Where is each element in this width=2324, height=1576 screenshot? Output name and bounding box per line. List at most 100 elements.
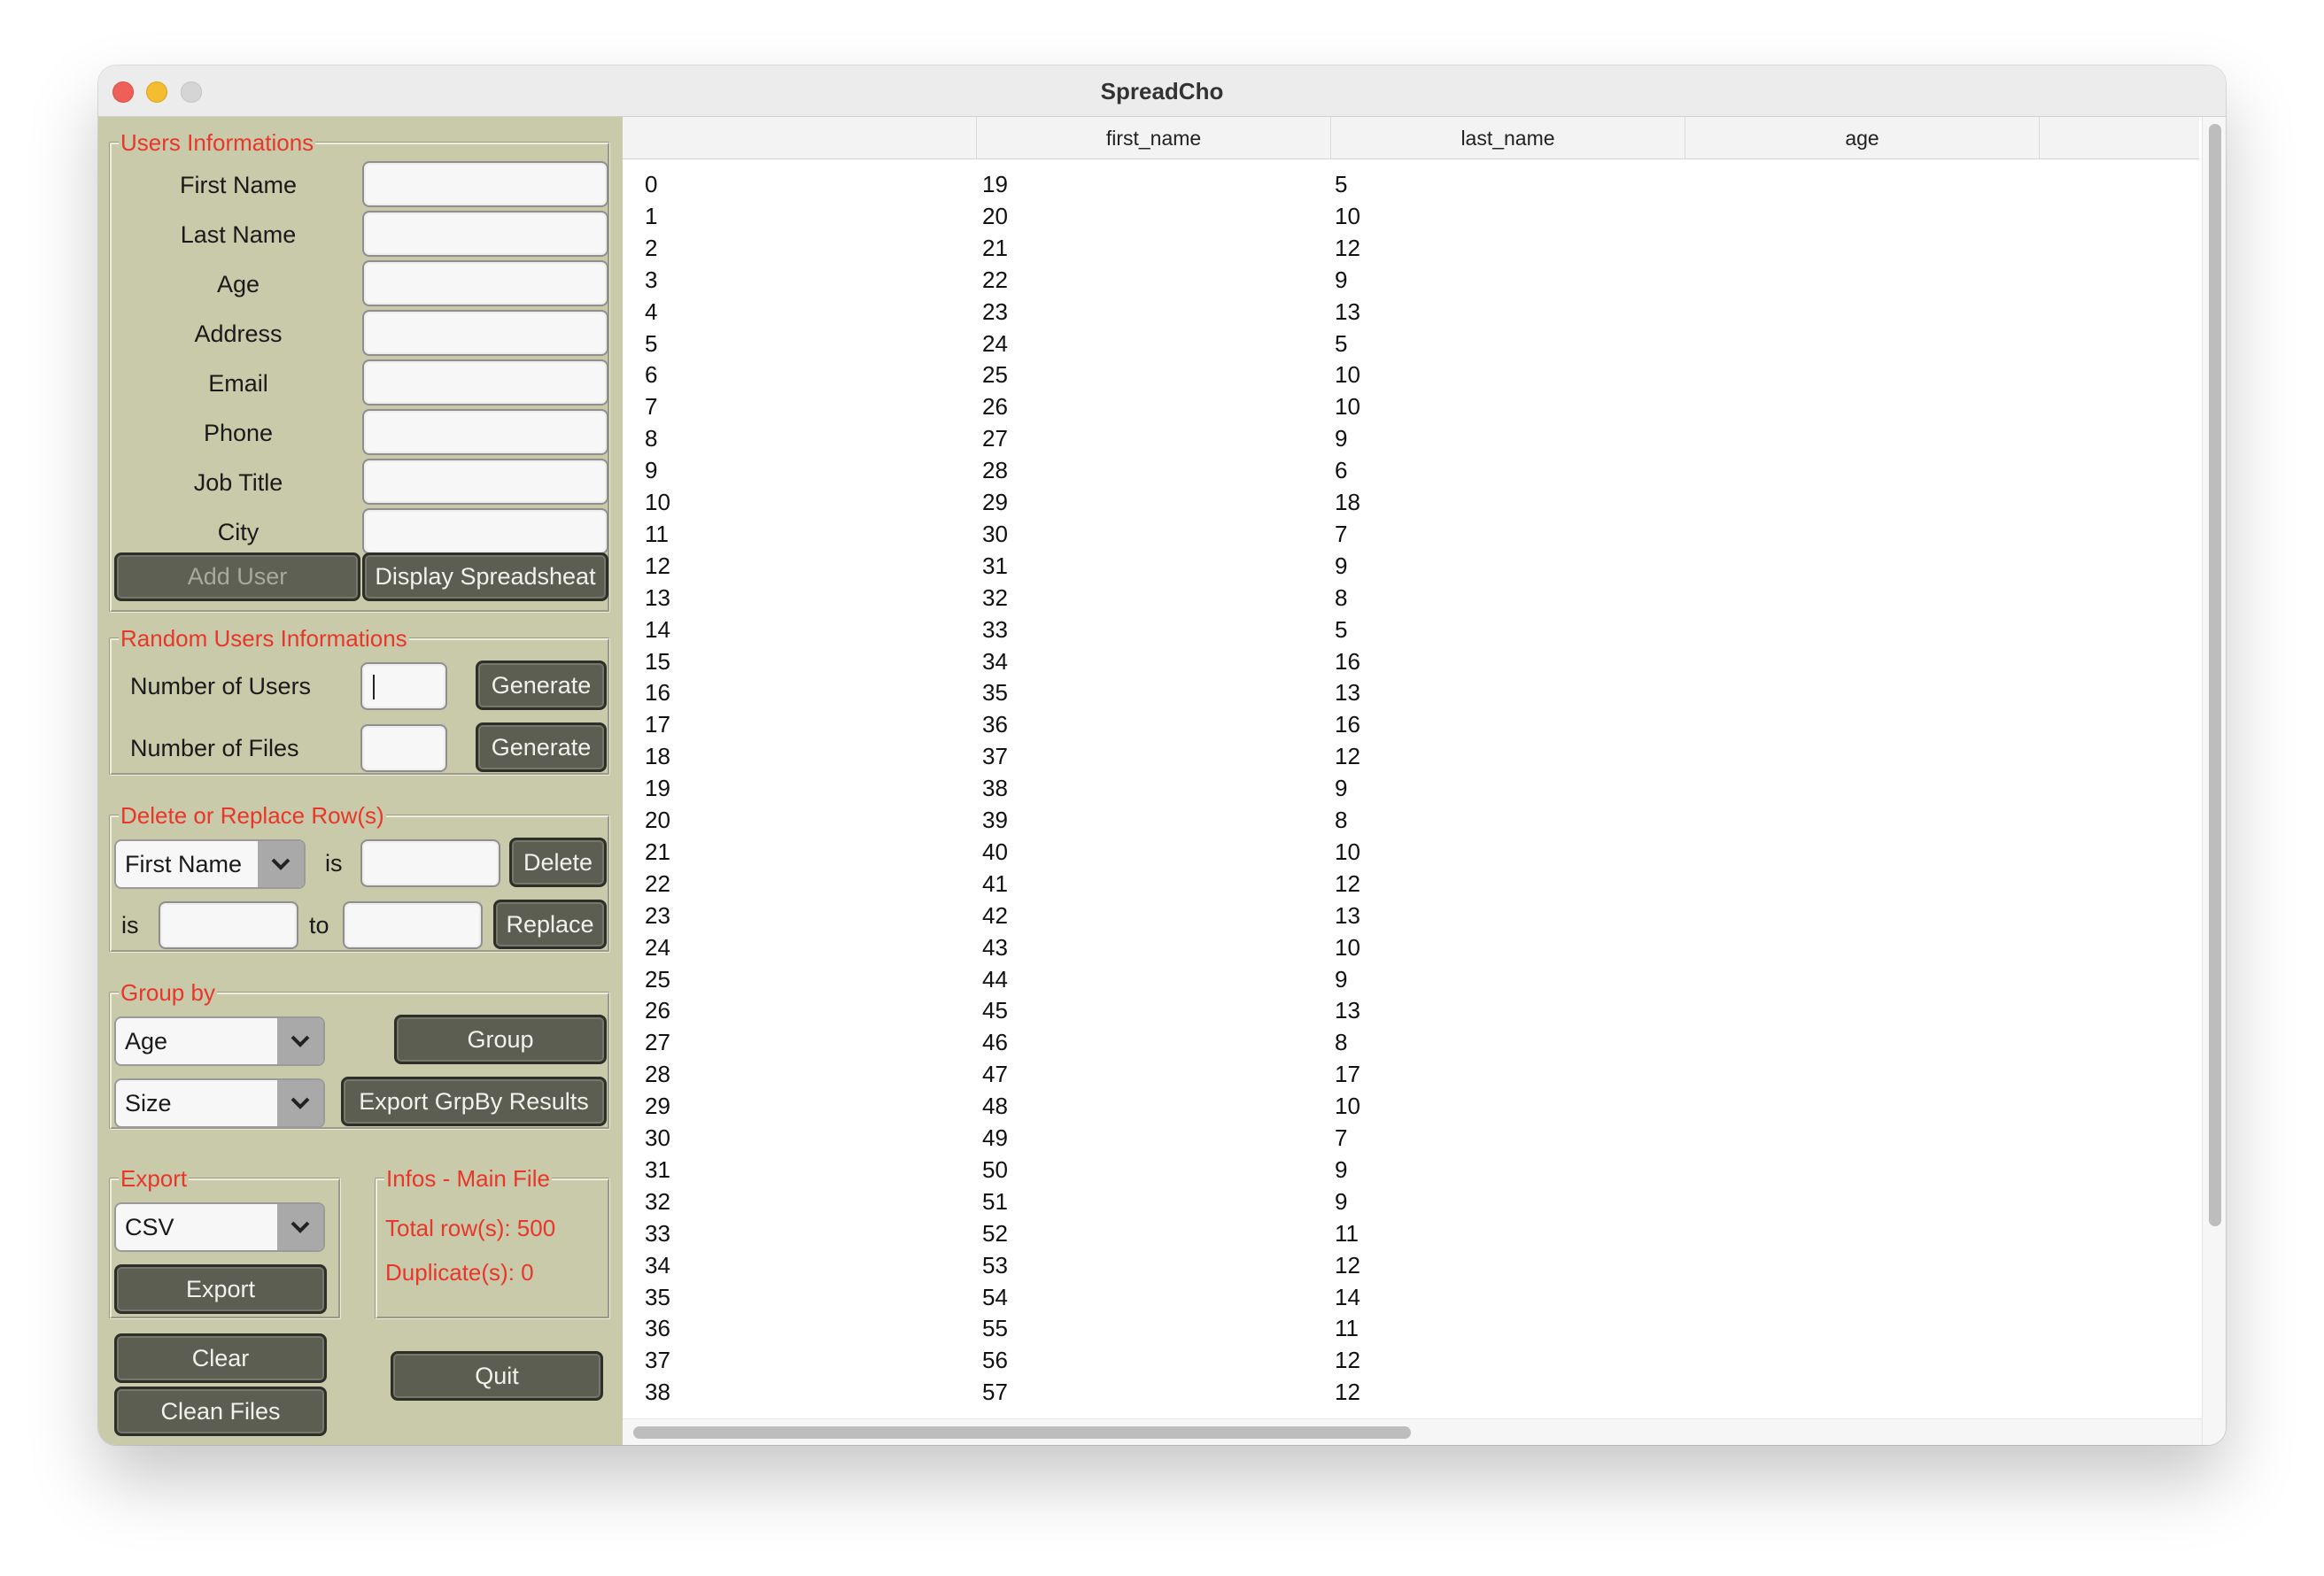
export-groupby-button[interactable]: Export GrpBy Results xyxy=(341,1077,607,1126)
table-row[interactable]: 14 33 5 xyxy=(623,614,2199,645)
table-cell: 34 xyxy=(982,647,1008,675)
table-row[interactable]: 6 25 10 xyxy=(623,359,2199,390)
replace-from-input[interactable] xyxy=(159,901,298,949)
user-field-input[interactable] xyxy=(362,310,608,356)
number-of-users-input[interactable] xyxy=(360,662,447,710)
table-row[interactable]: 30 49 7 xyxy=(623,1122,2199,1154)
table-row[interactable]: 26 45 13 xyxy=(623,994,2199,1026)
table-row[interactable]: 35 54 14 xyxy=(623,1281,2199,1313)
table-row[interactable]: 16 35 13 xyxy=(623,676,2199,708)
column-header[interactable]: age xyxy=(1685,117,2040,159)
table-cell: 13 xyxy=(1335,997,1360,1024)
table-row[interactable]: 0 19 5 xyxy=(623,168,2199,200)
table-row[interactable]: 22 41 12 xyxy=(623,868,2199,900)
horizontal-scrollbar[interactable] xyxy=(623,1418,2202,1445)
table-row[interactable]: 27 46 8 xyxy=(623,1026,2199,1058)
table-row[interactable]: 3 22 9 xyxy=(623,264,2199,296)
table-cell: 27 xyxy=(645,1029,670,1056)
add-user-button[interactable]: Add User xyxy=(114,552,360,601)
group-button[interactable]: Group xyxy=(394,1015,607,1064)
clear-button[interactable]: Clear xyxy=(114,1333,327,1383)
table-row[interactable]: 18 37 12 xyxy=(623,740,2199,772)
user-field-label: Job Title xyxy=(193,469,283,496)
table-row[interactable]: 7 26 10 xyxy=(623,390,2199,422)
table-row[interactable]: 13 32 8 xyxy=(623,582,2199,614)
is-label: is xyxy=(325,850,343,877)
table-row[interactable]: 5 24 5 xyxy=(623,328,2199,359)
generate-files-button[interactable]: Generate xyxy=(476,722,607,772)
table-row[interactable]: 17 36 16 xyxy=(623,708,2199,740)
vertical-scrollbar-thumb[interactable] xyxy=(2209,124,2221,1226)
infos-legend: Infos - Main File xyxy=(384,1165,552,1192)
table-row[interactable]: 21 40 10 xyxy=(623,836,2199,868)
user-field-input[interactable] xyxy=(362,359,608,406)
table-cell: 11 xyxy=(1335,1219,1359,1247)
table-cell: 21 xyxy=(645,838,670,865)
table-cell: 5 xyxy=(1335,615,1348,643)
export-button[interactable]: Export xyxy=(114,1264,327,1314)
table-cell: 35 xyxy=(982,679,1008,707)
display-spreadsheet-button[interactable]: Display Spreadsheat xyxy=(362,552,608,601)
table-row[interactable]: 34 53 12 xyxy=(623,1249,2199,1281)
table-row[interactable]: 23 42 13 xyxy=(623,900,2199,931)
table-row[interactable]: 12 31 9 xyxy=(623,550,2199,582)
user-field-input[interactable] xyxy=(362,508,608,554)
table-cell: 50 xyxy=(982,1155,1008,1183)
column-header[interactable]: last_name xyxy=(1331,117,1685,159)
table-row[interactable]: 38 57 12 xyxy=(623,1376,2199,1408)
delete-column-select[interactable]: First Name xyxy=(114,839,306,889)
table-cell: 55 xyxy=(982,1315,1008,1342)
table-cell: 31 xyxy=(982,552,1008,579)
vertical-scrollbar[interactable] xyxy=(2202,117,2226,1445)
table-row[interactable]: 37 56 12 xyxy=(623,1344,2199,1376)
user-field-label: Address xyxy=(194,321,283,347)
replace-is-label: is xyxy=(121,912,139,939)
generate-users-button[interactable]: Generate xyxy=(476,661,607,710)
user-field-input[interactable] xyxy=(362,211,608,257)
table-row[interactable]: 28 47 17 xyxy=(623,1058,2199,1090)
table-row[interactable]: 2 21 12 xyxy=(623,232,2199,264)
table-row[interactable]: 25 44 9 xyxy=(623,963,2199,995)
table-cell: 27 xyxy=(982,425,1008,452)
column-header[interactable]: ad xyxy=(2040,117,2226,159)
table-row[interactable]: 24 43 10 xyxy=(623,931,2199,963)
table-cell: 13 xyxy=(645,583,670,611)
table-row[interactable]: 9 28 6 xyxy=(623,454,2199,486)
user-field-input[interactable] xyxy=(362,260,608,306)
table-row[interactable]: 32 51 9 xyxy=(623,1186,2199,1217)
table-cell: 10 xyxy=(1335,393,1360,421)
random-users-legend: Random Users Informations xyxy=(119,625,409,652)
column-header[interactable]: first_name xyxy=(977,117,1331,159)
table-row[interactable]: 31 50 9 xyxy=(623,1154,2199,1186)
export-format-select[interactable]: CSV xyxy=(114,1202,325,1252)
table-row[interactable]: 11 30 7 xyxy=(623,518,2199,550)
table-row[interactable]: 15 34 16 xyxy=(623,645,2199,677)
group-by-aggregate-select[interactable]: Size xyxy=(114,1078,325,1128)
table-row[interactable]: 8 27 9 xyxy=(623,422,2199,454)
table-row[interactable]: 36 55 11 xyxy=(623,1312,2199,1344)
user-field-input[interactable] xyxy=(362,409,608,455)
horizontal-scrollbar-thumb[interactable] xyxy=(633,1426,1411,1439)
user-field-input[interactable] xyxy=(362,459,608,505)
replace-to-input[interactable] xyxy=(343,901,483,949)
spreadsheet-table[interactable]: first_namelast_nameagead 019512010221123… xyxy=(623,117,2226,1445)
replace-button[interactable]: Replace xyxy=(493,900,607,949)
table-row[interactable]: 19 38 9 xyxy=(623,772,2199,804)
quit-button[interactable]: Quit xyxy=(391,1351,603,1401)
clean-files-button[interactable]: Clean Files xyxy=(114,1387,327,1436)
table-cell: 17 xyxy=(645,711,670,738)
table-cell: 35 xyxy=(645,1283,670,1310)
table-row[interactable]: 29 48 10 xyxy=(623,1090,2199,1122)
table-row[interactable]: 20 39 8 xyxy=(623,804,2199,836)
number-of-files-input[interactable] xyxy=(360,724,447,772)
delete-button[interactable]: Delete xyxy=(509,838,607,887)
table-row[interactable]: 1 20 10 xyxy=(623,200,2199,232)
delete-value-input[interactable] xyxy=(360,839,500,887)
table-row[interactable]: 33 52 11 xyxy=(623,1217,2199,1249)
table-row[interactable]: 4 23 13 xyxy=(623,296,2199,328)
column-header[interactable] xyxy=(623,117,977,159)
group-by-column-select[interactable]: Age xyxy=(114,1016,325,1066)
user-field-input[interactable] xyxy=(362,161,608,207)
table-cell: 9 xyxy=(1335,552,1348,579)
table-row[interactable]: 10 29 18 xyxy=(623,486,2199,518)
